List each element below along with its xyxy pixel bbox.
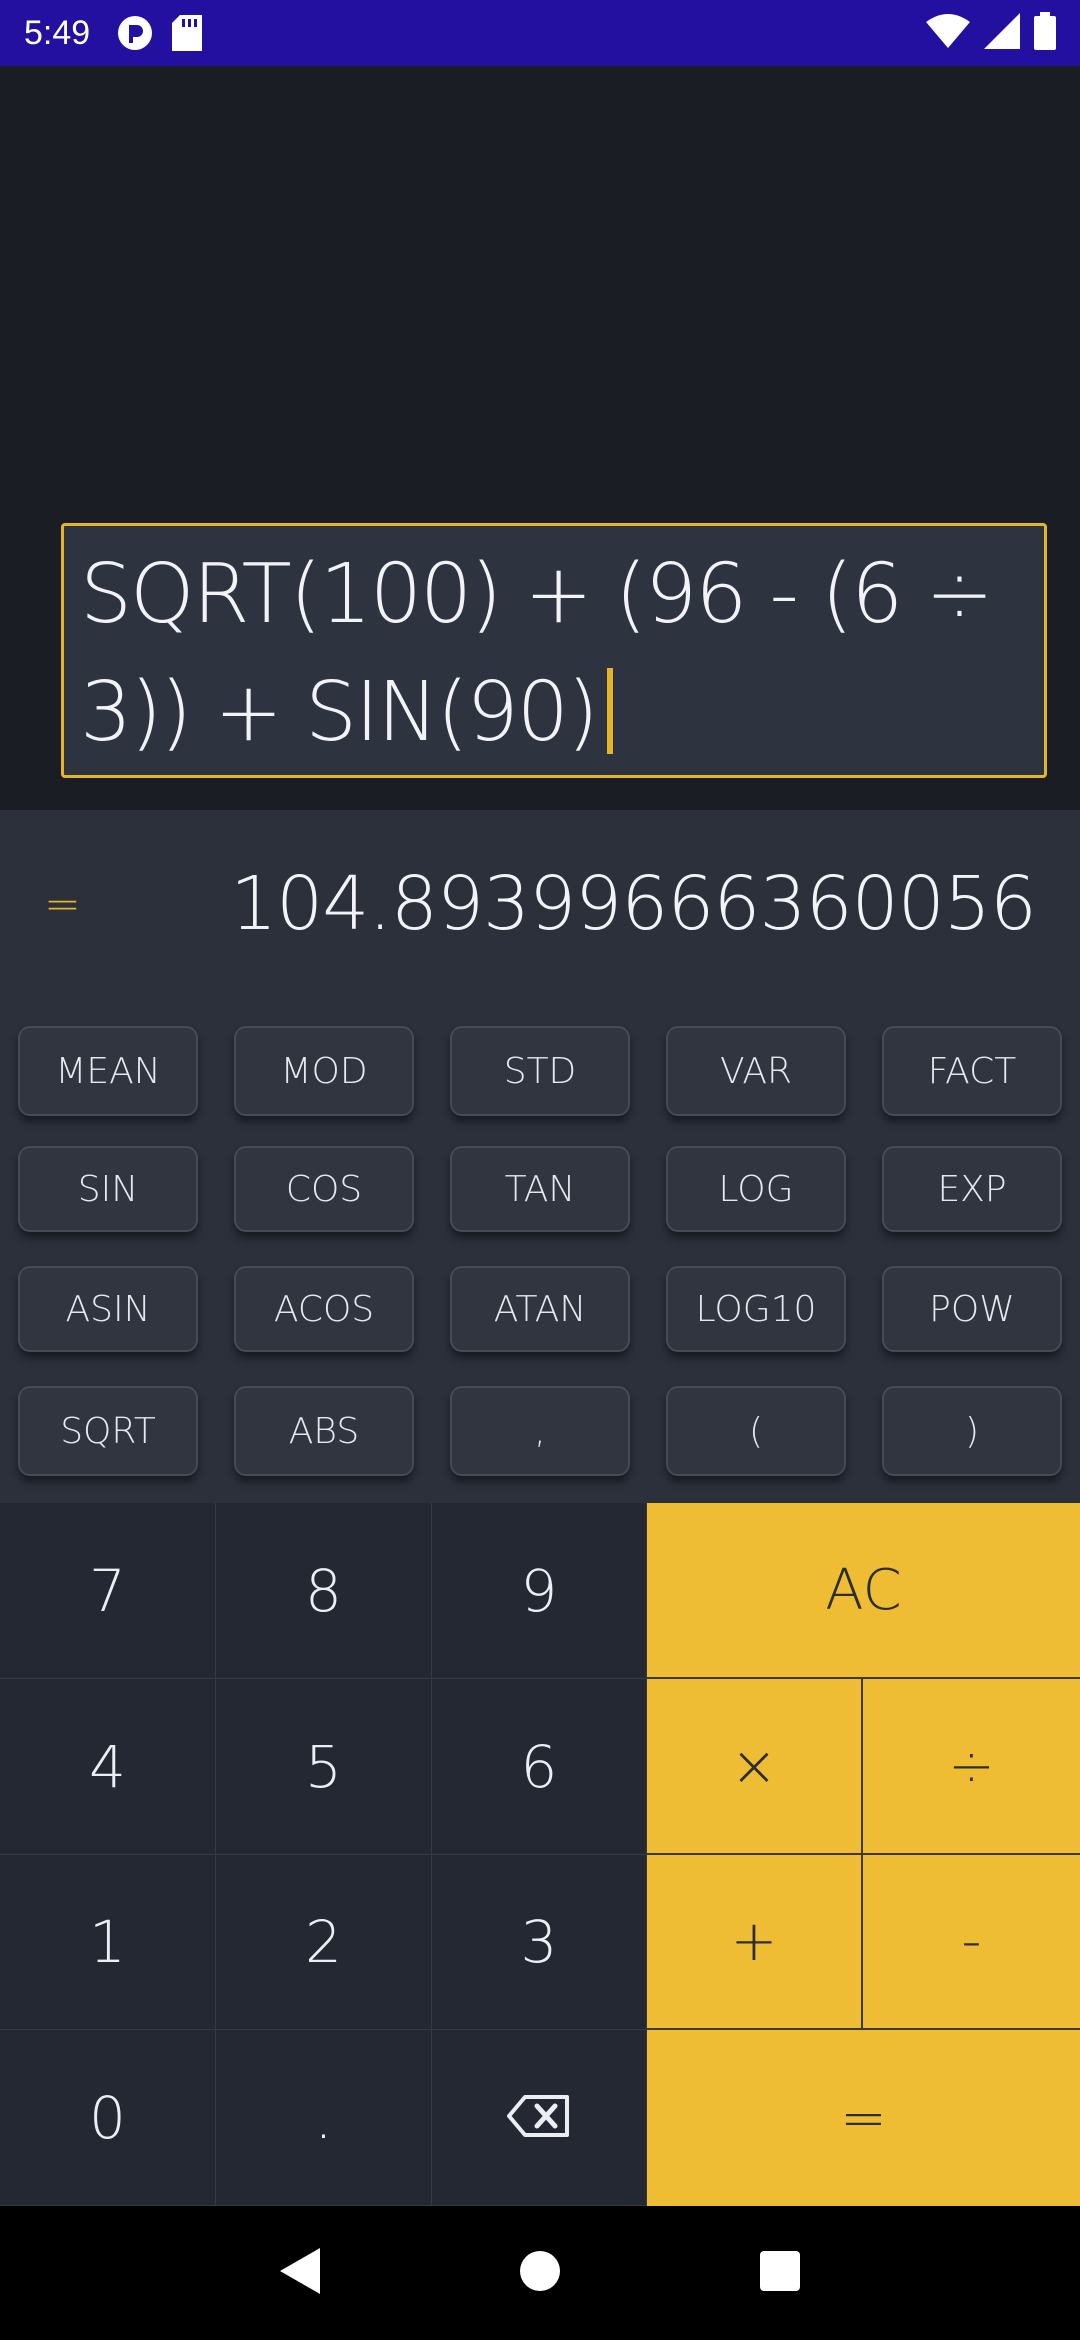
comma-button[interactable]: ,: [450, 1386, 630, 1476]
all-clear-button[interactable]: AC: [647, 1503, 1080, 1679]
sync-icon: [116, 14, 154, 52]
multiply-button[interactable]: ×: [647, 1679, 863, 1855]
digit-5-button[interactable]: 5: [216, 1679, 432, 1855]
mean-button[interactable]: MEAN: [18, 1026, 198, 1116]
digit-2-button[interactable]: 2: [216, 1855, 432, 2030]
atan-button[interactable]: ATAN: [450, 1266, 630, 1352]
result-equals-sign: =: [44, 878, 81, 930]
fact-button[interactable]: FACT: [882, 1026, 1062, 1116]
asin-button[interactable]: ASIN: [18, 1266, 198, 1352]
result-value: 104.89399666360056: [230, 861, 1037, 947]
digit-6-button[interactable]: 6: [432, 1679, 647, 1855]
back-button[interactable]: [260, 2233, 340, 2313]
home-button[interactable]: [500, 2233, 580, 2313]
expression-input[interactable]: SQRT(100) + (96 - (6 ÷ 3)) + SIN(90): [61, 523, 1047, 778]
digit-9-button[interactable]: 9: [432, 1503, 647, 1679]
divide-button[interactable]: ÷: [863, 1679, 1080, 1855]
std-button[interactable]: STD: [450, 1026, 630, 1116]
recents-button[interactable]: [740, 2233, 820, 2313]
backspace-icon: [507, 2084, 571, 2152]
sqrt-button[interactable]: SQRT: [18, 1386, 198, 1476]
function-pad: MEAN MOD STD VAR FACT SIN COS TAN LOG EX…: [0, 998, 1080, 1503]
function-row-1: MEAN MOD STD VAR FACT: [18, 1026, 1062, 1116]
function-row-2: SIN COS TAN LOG EXP: [18, 1146, 1062, 1232]
log10-button[interactable]: LOG10: [666, 1266, 846, 1352]
backspace-button[interactable]: [432, 2030, 647, 2206]
digit-8-button[interactable]: 8: [216, 1503, 432, 1679]
exp-button[interactable]: EXP: [882, 1146, 1062, 1232]
log-button[interactable]: LOG: [666, 1146, 846, 1232]
expression-text: SQRT(100) + (96 - (6 ÷ 3)) + SIN(90): [80, 547, 994, 760]
decimal-point-button[interactable]: .: [216, 2030, 432, 2206]
text-cursor: [606, 668, 613, 754]
sin-button[interactable]: SIN: [18, 1146, 198, 1232]
home-icon: [518, 2249, 562, 2297]
recents-icon: [759, 2250, 801, 2296]
battery-icon: [1034, 12, 1056, 54]
mod-button[interactable]: MOD: [234, 1026, 414, 1116]
close-paren-button[interactable]: ): [882, 1386, 1062, 1476]
minus-button[interactable]: -: [863, 1855, 1080, 2030]
abs-button[interactable]: ABS: [234, 1386, 414, 1476]
var-button[interactable]: VAR: [666, 1026, 846, 1116]
wifi-icon: [926, 14, 970, 52]
function-row-4: SQRT ABS , ( ): [18, 1386, 1062, 1476]
navigation-bar: [0, 2206, 1080, 2340]
digit-0-button[interactable]: 0: [0, 2030, 216, 2206]
back-icon: [278, 2246, 322, 2300]
open-paren-button[interactable]: (: [666, 1386, 846, 1476]
digit-3-button[interactable]: 3: [432, 1855, 647, 2030]
acos-button[interactable]: ACOS: [234, 1266, 414, 1352]
status-time: 5:49: [24, 13, 91, 52]
result-row: = 104.89399666360056: [0, 810, 1080, 998]
display-area: SQRT(100) + (96 - (6 ÷ 3)) + SIN(90): [0, 66, 1080, 810]
plus-button[interactable]: +: [647, 1855, 863, 2030]
digit-7-button[interactable]: 7: [0, 1503, 216, 1679]
tan-button[interactable]: TAN: [450, 1146, 630, 1232]
cos-button[interactable]: COS: [234, 1146, 414, 1232]
sd-card-icon: [172, 15, 203, 51]
signal-icon: [984, 13, 1020, 53]
pow-button[interactable]: POW: [882, 1266, 1062, 1352]
digit-4-button[interactable]: 4: [0, 1679, 216, 1855]
status-bar: 5:49: [0, 0, 1080, 66]
function-row-3: ASIN ACOS ATAN LOG10 POW: [18, 1266, 1062, 1352]
equals-button[interactable]: =: [647, 2030, 1080, 2206]
number-pad: 7 8 9 AC 4 5 6 × ÷ 1 2 3 + - 0 . =: [0, 1503, 1080, 2206]
status-right-icons: [926, 12, 1056, 54]
digit-1-button[interactable]: 1: [0, 1855, 216, 2030]
